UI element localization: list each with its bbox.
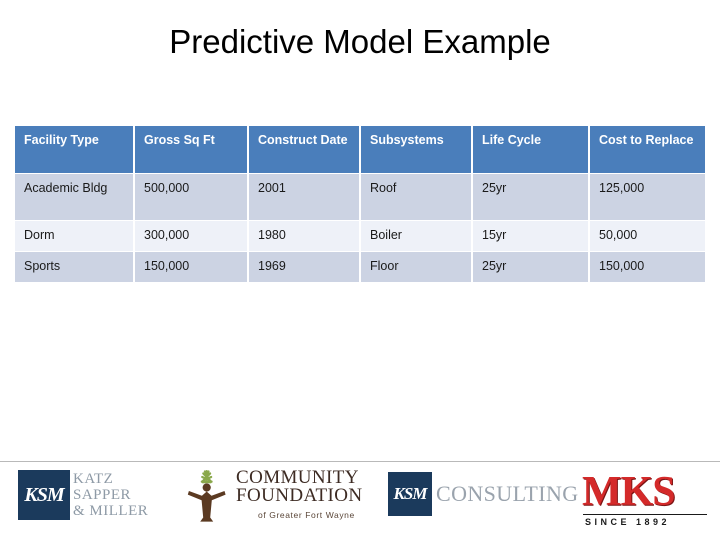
cell-gross-sq-ft: 500,000 (135, 174, 247, 220)
community-foundation-wordmark: COMMUNITY FOUNDATION of Greater Fort Way… (236, 466, 363, 524)
cell-subsystems: Boiler (361, 221, 471, 251)
cell-subsystems: Roof (361, 174, 471, 220)
tree-icon (187, 470, 226, 522)
footer-divider (0, 461, 720, 462)
logo-community-foundation: COMMUNITY FOUNDATION of Greater Fort Way… (180, 468, 362, 524)
cell-life-cycle: 25yr (473, 174, 588, 220)
column-header-facility-type: Facility Type (15, 126, 133, 173)
mks-tagline: SINCE 1892 (585, 517, 671, 527)
cell-construct-date: 1980 (249, 221, 359, 251)
table-header-row: Facility Type Gross Sq Ft Construct Date… (15, 126, 705, 173)
column-header-cost-to-replace: Cost to Replace (590, 126, 705, 173)
logo-line-2: FOUNDATION (236, 484, 363, 506)
data-table: Facility Type Gross Sq Ft Construct Date… (13, 125, 707, 283)
logo-line-1: KATZ (73, 471, 114, 487)
cell-facility-type: Dorm (15, 221, 133, 251)
katz-sapper-miller-wordmark: KATZ SAPPER & MILLER (73, 471, 148, 519)
column-header-subsystems: Subsystems (361, 126, 471, 173)
logo-katz-sapper-miller: KSM KATZ SAPPER & MILLER (18, 470, 148, 520)
cell-construct-date: 1969 (249, 252, 359, 282)
logo-ksm-consulting: KSM CONSULTING (388, 472, 579, 516)
cell-cost-to-replace: 125,000 (590, 174, 705, 220)
cell-life-cycle: 25yr (473, 252, 588, 282)
consulting-wordmark: CONSULTING (436, 481, 579, 506)
cell-gross-sq-ft: 300,000 (135, 221, 247, 251)
cell-subsystems: Floor (361, 252, 471, 282)
mks-wordmark: MKS (582, 469, 676, 515)
footer-logo-strip: KSM KATZ SAPPER & MILLER COMMUNITY FOUND… (0, 466, 720, 534)
cell-construct-date: 2001 (249, 174, 359, 220)
ksm-monogram-icon: KSM (388, 472, 432, 516)
ksm-monogram-icon: KSM (18, 470, 70, 520)
logo-line-2: SAPPER (73, 487, 132, 503)
table-header: Facility Type Gross Sq Ft Construct Date… (15, 126, 705, 173)
predictive-model-table: Facility Type Gross Sq Ft Construct Date… (13, 125, 707, 283)
cell-gross-sq-ft: 150,000 (135, 252, 247, 282)
logo-line-1: COMMUNITY (236, 466, 359, 488)
cell-facility-type: Sports (15, 252, 133, 282)
table-row: Dorm 300,000 1980 Boiler 15yr 50,000 (15, 221, 705, 251)
table-body: Academic Bldg 500,000 2001 Roof 25yr 125… (15, 174, 705, 282)
logo-line-3: of Greater Fort Wayne (258, 509, 355, 520)
cell-life-cycle: 15yr (473, 221, 588, 251)
cell-facility-type: Academic Bldg (15, 174, 133, 220)
logo-mks: MKS SINCE 1892 (582, 469, 707, 527)
column-header-life-cycle: Life Cycle (473, 126, 588, 173)
cell-cost-to-replace: 150,000 (590, 252, 705, 282)
table-row: Sports 150,000 1969 Floor 25yr 150,000 (15, 252, 705, 282)
table-row: Academic Bldg 500,000 2001 Roof 25yr 125… (15, 174, 705, 220)
column-header-gross-sq-ft: Gross Sq Ft (135, 126, 247, 173)
column-header-construct-date: Construct Date (249, 126, 359, 173)
page-title: Predictive Model Example (169, 23, 551, 60)
cell-cost-to-replace: 50,000 (590, 221, 705, 251)
logo-line-3: & MILLER (73, 503, 149, 519)
